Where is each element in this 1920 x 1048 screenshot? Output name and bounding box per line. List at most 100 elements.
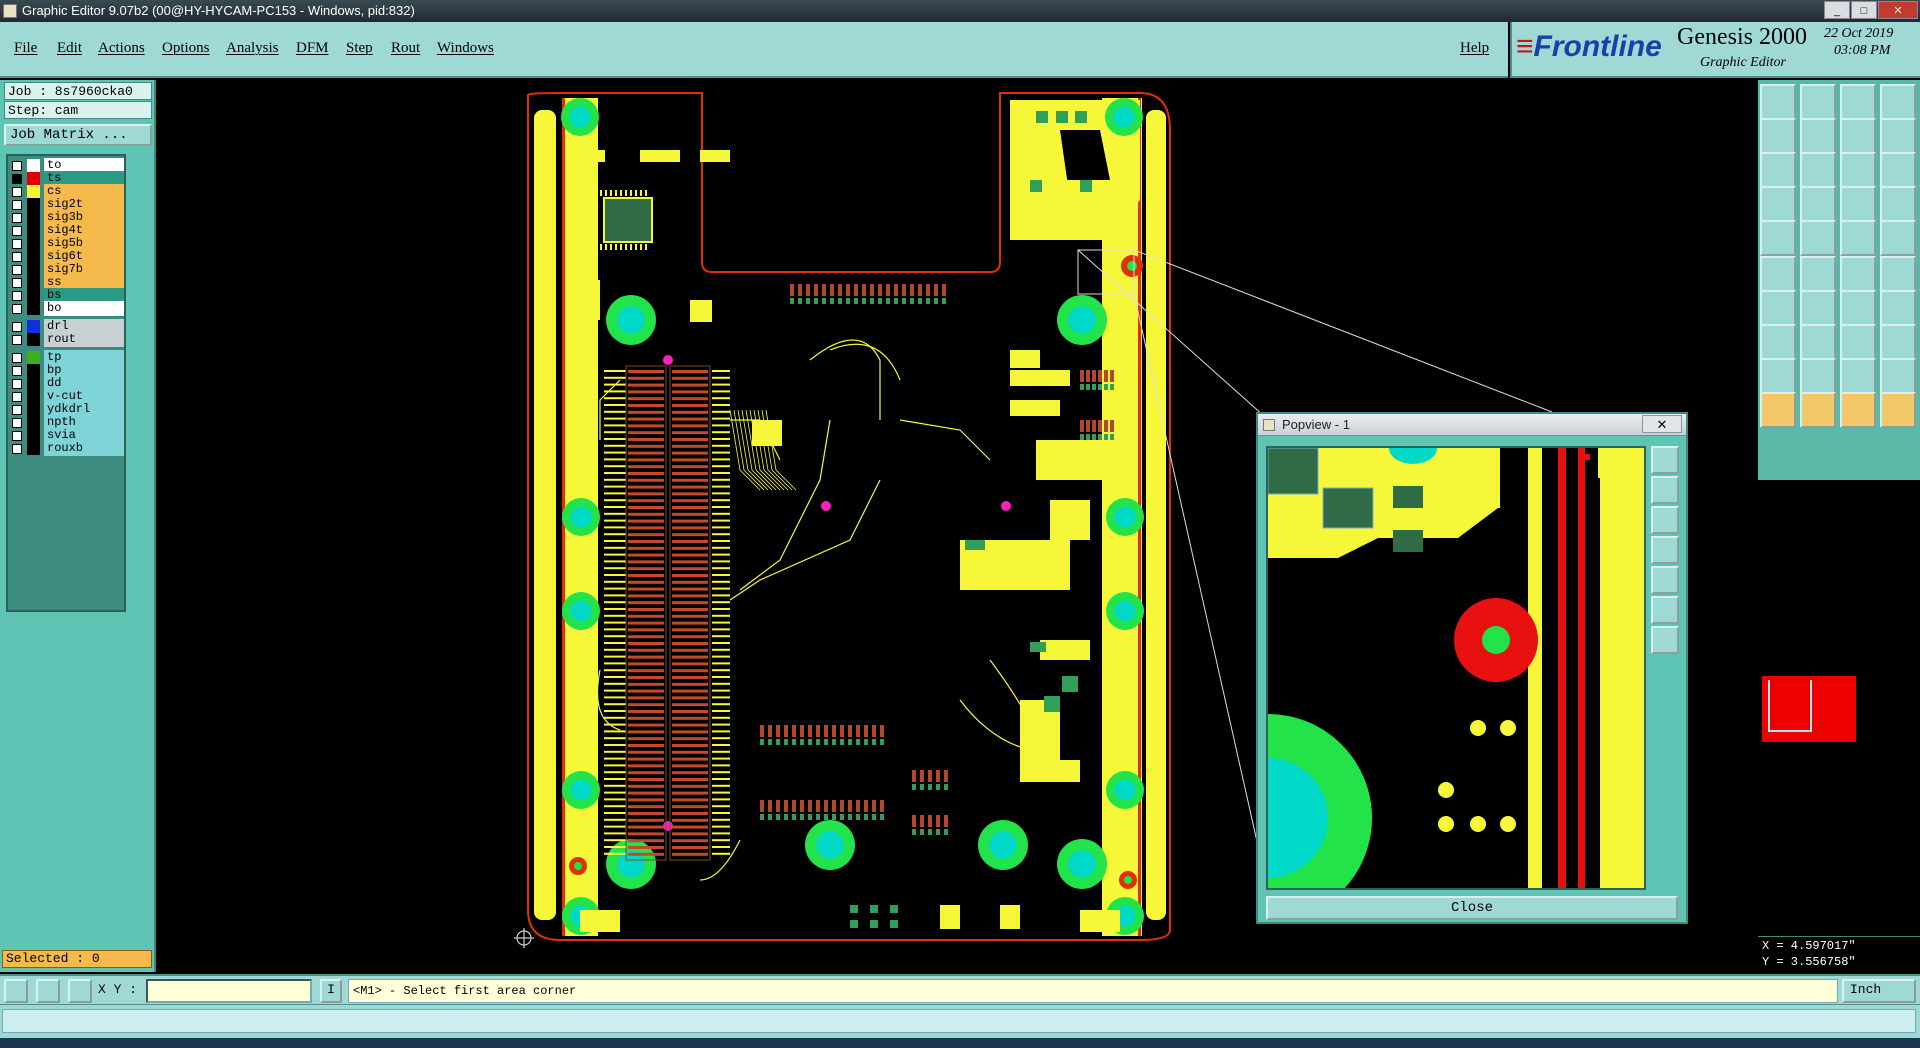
popview-zoom-fit-icon[interactable]: [1651, 446, 1679, 474]
save-icon[interactable]: [1800, 84, 1836, 120]
board-overview-thumbnail[interactable]: [1762, 676, 1856, 742]
maximize-button[interactable]: □: [1851, 1, 1877, 19]
center-icon[interactable]: [1800, 152, 1836, 188]
window-icon[interactable]: [1880, 84, 1916, 120]
poly-icon[interactable]: [1760, 358, 1796, 394]
layer-checkbox[interactable]: [12, 265, 22, 275]
layer-checkbox[interactable]: [12, 161, 22, 171]
pad-add-icon[interactable]: [1760, 324, 1796, 360]
menu-file[interactable]: File: [14, 40, 37, 57]
line-icon[interactable]: [1760, 290, 1796, 326]
pad-icon[interactable]: [1760, 220, 1796, 256]
popview-canvas[interactable]: [1164, 432, 1646, 922]
select3-icon[interactable]: [1840, 392, 1876, 428]
arc-icon[interactable]: [1840, 290, 1876, 326]
select4-icon[interactable]: [1880, 392, 1916, 428]
transform-icon[interactable]: [1880, 324, 1916, 360]
grid-icon[interactable]: [68, 979, 92, 1003]
scale-icon[interactable]: [1840, 152, 1876, 188]
slash-icon[interactable]: [1800, 290, 1836, 326]
measure-icon[interactable]: [1840, 220, 1876, 256]
layer-checkbox[interactable]: [12, 418, 22, 428]
layer-color-swatch[interactable]: [27, 302, 40, 315]
layers-icon[interactable]: [1880, 186, 1916, 222]
layer-row-bo[interactable]: bo: [10, 301, 124, 316]
popview-zoom-area-icon[interactable]: [1651, 596, 1679, 624]
layer-checkbox[interactable]: [12, 353, 22, 363]
poly3-icon[interactable]: [1840, 358, 1876, 394]
menu-rout[interactable]: Rout: [391, 40, 420, 57]
resize-icon[interactable]: [1840, 324, 1876, 360]
popview-pan-left-icon[interactable]: [1651, 536, 1679, 564]
zoom-next-icon[interactable]: [1800, 118, 1836, 154]
info-button[interactable]: I: [320, 979, 342, 1003]
via-icon[interactable]: [1880, 220, 1916, 256]
measure-icon[interactable]: [36, 979, 60, 1003]
close-window-button[interactable]: ✕: [1878, 1, 1918, 19]
popview-home-icon[interactable]: [1651, 626, 1679, 654]
pan-icon[interactable]: [1760, 152, 1796, 188]
popview-zoom-in-icon[interactable]: [1651, 476, 1679, 504]
minus-icon[interactable]: [1800, 324, 1836, 360]
layer-checkbox[interactable]: [12, 174, 22, 184]
popview-close-x[interactable]: ✕: [1642, 415, 1682, 433]
layer-color-swatch[interactable]: [27, 333, 40, 346]
popview-close-button[interactable]: Close: [1266, 896, 1678, 920]
poly4-icon[interactable]: [1880, 358, 1916, 394]
layer-checkbox[interactable]: [12, 335, 22, 345]
popview-zoom-out-icon[interactable]: [1651, 506, 1679, 534]
surface-icon[interactable]: [1800, 220, 1836, 256]
layer-checkbox[interactable]: [12, 239, 22, 249]
snap-icon[interactable]: [4, 979, 28, 1003]
copy-icon[interactable]: [1880, 256, 1916, 292]
cross-icon[interactable]: [1800, 256, 1836, 292]
text-icon[interactable]: [1880, 290, 1916, 326]
zoom-area-icon[interactable]: [1880, 118, 1916, 154]
layer-name[interactable]: bo: [44, 301, 124, 316]
select2-icon[interactable]: [1800, 392, 1836, 428]
attr-icon[interactable]: [1840, 186, 1876, 222]
layer-checkbox[interactable]: [12, 291, 22, 301]
layer-checkbox[interactable]: [12, 322, 22, 332]
layer-checkbox[interactable]: [12, 187, 22, 197]
layer-checkbox[interactable]: [12, 278, 22, 288]
menu-analysis[interactable]: Analysis: [226, 40, 279, 57]
menu-dfm[interactable]: DFM: [296, 40, 329, 57]
move-icon[interactable]: [1840, 256, 1876, 292]
popview-pan-right-icon[interactable]: [1651, 566, 1679, 594]
units-selector[interactable]: Inch: [1842, 979, 1916, 1003]
menu-options[interactable]: Options: [162, 40, 210, 57]
home-icon[interactable]: [1840, 84, 1876, 120]
layer-checkbox[interactable]: [12, 252, 22, 262]
snap-icon[interactable]: [1800, 186, 1836, 222]
layer-checkbox[interactable]: [12, 431, 22, 441]
layer-row-rout[interactable]: rout: [10, 332, 124, 347]
help-icon[interactable]: [1880, 152, 1916, 188]
layer-checkbox[interactable]: [12, 200, 22, 210]
layer-checkbox[interactable]: [12, 379, 22, 389]
layer-checkbox[interactable]: [12, 304, 22, 314]
menu-step[interactable]: Step: [346, 40, 373, 57]
layer-checkbox[interactable]: [12, 392, 22, 402]
layer-row-rouxb[interactable]: rouxb: [10, 441, 124, 456]
poly2-icon[interactable]: [1800, 358, 1836, 394]
zoom-home-icon[interactable]: [1840, 118, 1876, 154]
menu-help[interactable]: Help: [1460, 40, 1489, 57]
xy-input[interactable]: [146, 979, 312, 1003]
select-icon[interactable]: [1760, 392, 1796, 428]
job-matrix-button[interactable]: Job Matrix ...: [4, 124, 152, 146]
layer-checkbox[interactable]: [12, 366, 22, 376]
layer-checkbox[interactable]: [12, 226, 22, 236]
open-step-icon[interactable]: [1760, 84, 1796, 120]
layer-name[interactable]: rouxb: [44, 441, 124, 456]
zoom-prev-icon[interactable]: [1760, 118, 1796, 154]
layer-color-swatch[interactable]: [27, 442, 40, 455]
layer-checkbox[interactable]: [12, 405, 22, 415]
layer-name[interactable]: rout: [44, 332, 124, 347]
layer-checkbox[interactable]: [12, 213, 22, 223]
connect-icon[interactable]: [1760, 256, 1796, 292]
menu-actions[interactable]: Actions: [98, 40, 145, 57]
menu-windows[interactable]: Windows: [437, 40, 494, 57]
menu-edit[interactable]: Edit: [57, 40, 82, 57]
layer-checkbox[interactable]: [12, 444, 22, 454]
